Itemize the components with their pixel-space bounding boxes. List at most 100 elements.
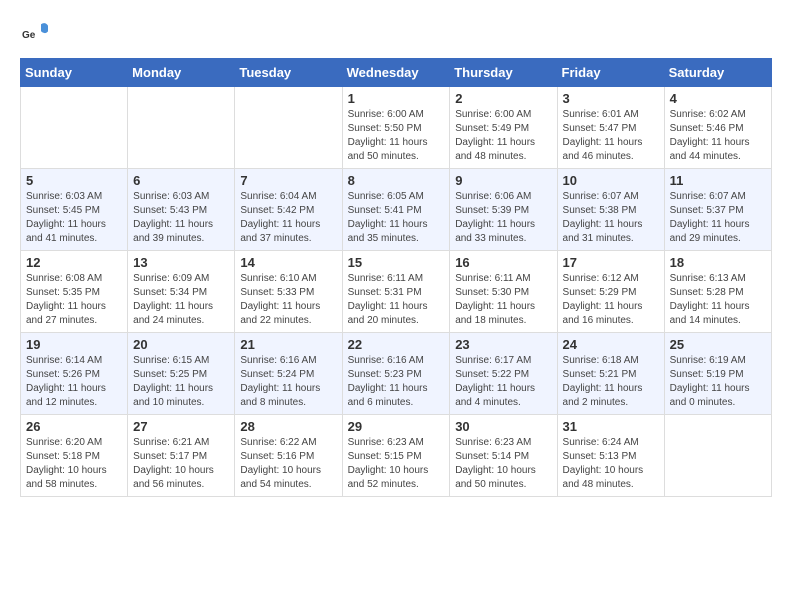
day-info: Sunrise: 6:08 AM Sunset: 5:35 PM Dayligh… [26,272,122,328]
day-info: Sunrise: 6:07 AM Sunset: 5:37 PM Dayligh… [670,190,766,246]
calendar-cell: 28 Sunrise: 6:22 AM Sunset: 5:16 PM Dayli… [235,415,342,497]
calendar-cell: 20 Sunrise: 6:15 AM Sunset: 5:25 PM Dayli… [128,333,235,415]
calendar-cell: 11 Sunrise: 6:07 AM Sunset: 5:37 PM Dayli… [664,169,771,251]
calendar-cell [128,87,235,169]
day-info: Sunrise: 6:07 AM Sunset: 5:38 PM Dayligh… [563,190,659,246]
day-info: Sunrise: 6:13 AM Sunset: 5:28 PM Dayligh… [670,272,766,328]
day-info: Sunrise: 6:01 AM Sunset: 5:47 PM Dayligh… [563,108,659,164]
day-number: 10 [563,173,659,188]
calendar-cell: 26Sunrise: 6:20 AM Sunset: 5:18 PM Dayli… [21,415,128,497]
calendar-cell: 15 Sunrise: 6:11 AM Sunset: 5:31 PM Dayli… [342,251,450,333]
day-info: Sunrise: 6:16 AM Sunset: 5:23 PM Dayligh… [348,354,445,410]
day-number: 25 [670,337,766,352]
calendar: SundayMondayTuesdayWednesdayThursdayFrid… [20,58,772,497]
day-info: Sunrise: 6:11 AM Sunset: 5:31 PM Dayligh… [348,272,445,328]
day-number: 28 [240,419,336,434]
day-info: Sunrise: 6:03 AM Sunset: 5:43 PM Dayligh… [133,190,229,246]
day-number: 31 [563,419,659,434]
calendar-cell: 12 Sunrise: 6:08 AM Sunset: 5:35 PM Dayli… [21,251,128,333]
day-number: 23 [455,337,551,352]
calendar-cell: 17Sunrise: 6:12 AM Sunset: 5:29 PM Dayli… [557,251,664,333]
day-number: 21 [240,337,336,352]
day-info: Sunrise: 6:24 AM Sunset: 5:13 PM Dayligh… [563,436,659,492]
day-info: Sunrise: 6:19 AM Sunset: 5:19 PM Dayligh… [670,354,766,410]
day-number: 19 [26,337,122,352]
day-info: Sunrise: 6:06 AM Sunset: 5:39 PM Dayligh… [455,190,551,246]
calendar-cell [664,415,771,497]
calendar-cell: 7 Sunrise: 6:04 AM Sunset: 5:42 PM Daylig… [235,169,342,251]
calendar-cell: 30Sunrise: 6:23 AM Sunset: 5:14 PM Dayli… [450,415,557,497]
calendar-cell [21,87,128,169]
calendar-cell: 18 Sunrise: 6:13 AM Sunset: 5:28 PM Dayli… [664,251,771,333]
day-info: Sunrise: 6:14 AM Sunset: 5:26 PM Dayligh… [26,354,122,410]
day-number: 27 [133,419,229,434]
calendar-cell: 13Sunrise: 6:09 AM Sunset: 5:34 PM Dayli… [128,251,235,333]
day-info: Sunrise: 6:03 AM Sunset: 5:45 PM Dayligh… [26,190,122,246]
logo-icon: Ge [20,20,48,48]
day-info: Sunrise: 6:17 AM Sunset: 5:22 PM Dayligh… [455,354,551,410]
calendar-week-row: 1Sunrise: 6:00 AM Sunset: 5:50 PM Daylig… [21,87,772,169]
day-number: 29 [348,419,445,434]
page-header: Ge [20,20,772,48]
calendar-week-row: 26Sunrise: 6:20 AM Sunset: 5:18 PM Dayli… [21,415,772,497]
calendar-cell: 10 Sunrise: 6:07 AM Sunset: 5:38 PM Dayli… [557,169,664,251]
day-info: Sunrise: 6:11 AM Sunset: 5:30 PM Dayligh… [455,272,551,328]
day-info: Sunrise: 6:04 AM Sunset: 5:42 PM Dayligh… [240,190,336,246]
day-number: 24 [563,337,659,352]
day-number: 4 [670,91,766,106]
day-number: 18 [670,255,766,270]
day-number: 14 [240,255,336,270]
calendar-cell: 21Sunrise: 6:16 AM Sunset: 5:24 PM Dayli… [235,333,342,415]
weekday-header-monday: Monday [128,59,235,87]
day-number: 22 [348,337,445,352]
weekday-header-row: SundayMondayTuesdayWednesdayThursdayFrid… [21,59,772,87]
calendar-cell: 27Sunrise: 6:21 AM Sunset: 5:17 PM Dayli… [128,415,235,497]
day-number: 20 [133,337,229,352]
day-info: Sunrise: 6:00 AM Sunset: 5:49 PM Dayligh… [455,108,551,164]
calendar-week-row: 12 Sunrise: 6:08 AM Sunset: 5:35 PM Dayli… [21,251,772,333]
day-number: 6 [133,173,229,188]
calendar-cell: 22 Sunrise: 6:16 AM Sunset: 5:23 PM Dayli… [342,333,450,415]
day-number: 11 [670,173,766,188]
day-number: 1 [348,91,445,106]
day-number: 15 [348,255,445,270]
day-info: Sunrise: 6:20 AM Sunset: 5:18 PM Dayligh… [26,436,122,492]
day-number: 5 [26,173,122,188]
day-number: 8 [348,173,445,188]
day-number: 16 [455,255,551,270]
calendar-cell: 6 Sunrise: 6:03 AM Sunset: 5:43 PM Daylig… [128,169,235,251]
calendar-cell: 29 Sunrise: 6:23 AM Sunset: 5:15 PM Dayli… [342,415,450,497]
calendar-cell: 16 Sunrise: 6:11 AM Sunset: 5:30 PM Dayli… [450,251,557,333]
calendar-week-row: 5 Sunrise: 6:03 AM Sunset: 5:45 PM Daylig… [21,169,772,251]
day-number: 2 [455,91,551,106]
calendar-cell: 1Sunrise: 6:00 AM Sunset: 5:50 PM Daylig… [342,87,450,169]
calendar-cell: 5 Sunrise: 6:03 AM Sunset: 5:45 PM Daylig… [21,169,128,251]
logo: Ge [20,20,50,48]
weekday-header-sunday: Sunday [21,59,128,87]
calendar-cell: 25 Sunrise: 6:19 AM Sunset: 5:19 PM Dayli… [664,333,771,415]
weekday-header-saturday: Saturday [664,59,771,87]
day-info: Sunrise: 6:02 AM Sunset: 5:46 PM Dayligh… [670,108,766,164]
calendar-cell: 9 Sunrise: 6:06 AM Sunset: 5:39 PM Daylig… [450,169,557,251]
day-number: 12 [26,255,122,270]
calendar-cell: 2 Sunrise: 6:00 AM Sunset: 5:49 PM Daylig… [450,87,557,169]
day-info: Sunrise: 6:15 AM Sunset: 5:25 PM Dayligh… [133,354,229,410]
calendar-cell: 23 Sunrise: 6:17 AM Sunset: 5:22 PM Dayli… [450,333,557,415]
day-number: 3 [563,91,659,106]
calendar-cell: 8 Sunrise: 6:05 AM Sunset: 5:41 PM Daylig… [342,169,450,251]
calendar-cell: 14 Sunrise: 6:10 AM Sunset: 5:33 PM Dayli… [235,251,342,333]
calendar-cell: 24Sunrise: 6:18 AM Sunset: 5:21 PM Dayli… [557,333,664,415]
day-info: Sunrise: 6:22 AM Sunset: 5:16 PM Dayligh… [240,436,336,492]
day-number: 9 [455,173,551,188]
weekday-header-friday: Friday [557,59,664,87]
calendar-cell: 31 Sunrise: 6:24 AM Sunset: 5:13 PM Dayli… [557,415,664,497]
svg-text:Ge: Ge [22,30,36,41]
day-number: 13 [133,255,229,270]
day-info: Sunrise: 6:05 AM Sunset: 5:41 PM Dayligh… [348,190,445,246]
day-number: 7 [240,173,336,188]
day-number: 17 [563,255,659,270]
day-info: Sunrise: 6:10 AM Sunset: 5:33 PM Dayligh… [240,272,336,328]
calendar-week-row: 19 Sunrise: 6:14 AM Sunset: 5:26 PM Dayli… [21,333,772,415]
day-info: Sunrise: 6:23 AM Sunset: 5:14 PM Dayligh… [455,436,551,492]
day-info: Sunrise: 6:23 AM Sunset: 5:15 PM Dayligh… [348,436,445,492]
